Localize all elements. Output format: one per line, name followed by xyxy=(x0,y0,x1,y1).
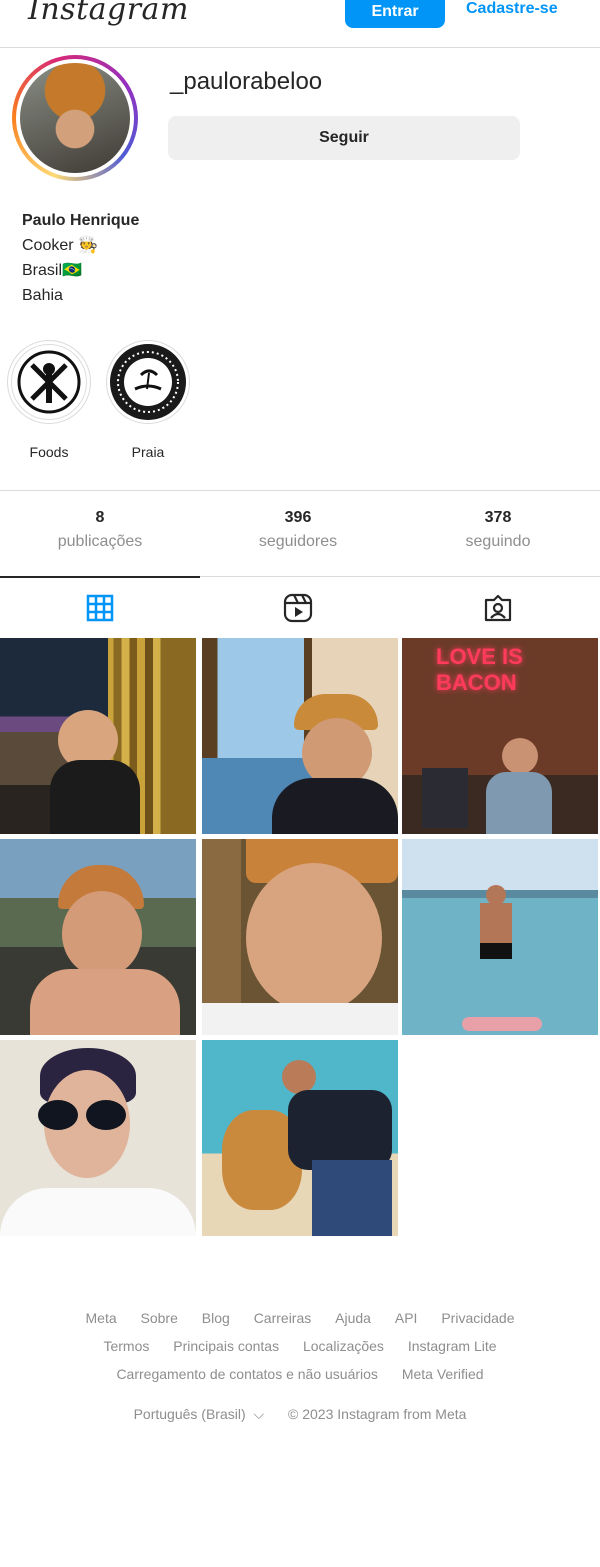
highlight-label: Foods xyxy=(29,444,69,460)
instagram-logo[interactable]: Instagram xyxy=(28,0,189,27)
profile-username: _paulorabeloo xyxy=(170,68,323,95)
footer-link-meta-verified[interactable]: Meta Verified xyxy=(402,1366,484,1382)
post-photo-sunglasses xyxy=(86,1100,126,1130)
footer-link-sobre[interactable]: Sobre xyxy=(141,1310,178,1326)
highlight-praia[interactable]: Praia xyxy=(105,340,191,460)
stat-label: seguindo xyxy=(465,533,531,550)
highlight-foods[interactable]: Foods xyxy=(6,340,92,460)
post-photo-shirt xyxy=(0,1188,196,1236)
stat-value: 396 xyxy=(284,509,312,526)
post-photo-subject xyxy=(62,891,142,977)
footer-links-row: Meta Sobre Blog Carreiras Ajuda API Priv… xyxy=(0,1310,600,1326)
highlight-ring xyxy=(106,340,190,424)
fork-knife-icon xyxy=(11,344,87,420)
post-tile[interactable]: LOVE IS BACON xyxy=(402,638,598,834)
bio-line: Bahia xyxy=(22,287,63,304)
post-photo-subject xyxy=(282,1060,316,1094)
profile-full-name: Paulo Henrique xyxy=(22,212,140,229)
post-photo-subject xyxy=(486,885,506,905)
post-tile[interactable] xyxy=(0,638,196,834)
signup-link[interactable]: Cadastre-se xyxy=(466,0,558,18)
profile-tabs xyxy=(0,576,600,638)
post-tile[interactable] xyxy=(0,1040,196,1236)
footer-link-api[interactable]: API xyxy=(395,1310,418,1326)
bio-line: Brasil🇧🇷 xyxy=(22,262,82,279)
post-tile[interactable] xyxy=(402,839,598,1035)
post-photo-subject xyxy=(486,772,552,834)
post-photo-subject xyxy=(30,969,180,1035)
post-tile[interactable] xyxy=(202,1040,398,1236)
stat-label: seguidores xyxy=(258,533,338,550)
post-photo-subject xyxy=(50,760,140,834)
post-tile[interactable] xyxy=(202,638,398,834)
highlight-ring xyxy=(7,340,91,424)
language-label: Português (Brasil) xyxy=(133,1406,246,1422)
stat-following[interactable]: 378 seguindo xyxy=(398,509,598,551)
footer-link-meta[interactable]: Meta xyxy=(86,1310,117,1326)
profile-avatar[interactable] xyxy=(12,55,138,181)
avatar-border xyxy=(16,59,134,177)
post-photo-board xyxy=(462,1017,542,1031)
post-photo-chair xyxy=(422,768,468,828)
language-selector[interactable]: Português (Brasil) ⌵ xyxy=(134,1406,265,1422)
post-photo-shirt xyxy=(202,1003,398,1035)
reels-icon xyxy=(283,593,313,623)
post-photo-sunglasses xyxy=(38,1100,78,1130)
footer-link-localizacoes[interactable]: Localizações xyxy=(303,1338,384,1354)
footer-link-ajuda[interactable]: Ajuda xyxy=(335,1310,371,1326)
footer-link-carreiras[interactable]: Carreiras xyxy=(254,1310,312,1326)
footer-link-blog[interactable]: Blog xyxy=(202,1310,230,1326)
chevron-down-icon: ⌵ xyxy=(253,1406,265,1422)
post-tile[interactable] xyxy=(0,839,196,1035)
login-button[interactable]: Entrar xyxy=(345,0,445,28)
grid-icon xyxy=(86,594,114,622)
copyright-text: © 2023 Instagram from Meta xyxy=(288,1406,467,1422)
footer-link-instagram-lite[interactable]: Instagram Lite xyxy=(408,1338,497,1354)
tab-tagged[interactable] xyxy=(398,591,598,625)
post-photo-subject xyxy=(288,1090,392,1170)
footer-links-row: Termos Principais contas Localizações In… xyxy=(0,1338,600,1354)
profile-stats: 8 publicações 396 seguidores 378 seguind… xyxy=(0,490,600,576)
footer-link-termos[interactable]: Termos xyxy=(103,1338,149,1354)
footer-bottom-row: Português (Brasil) ⌵ © 2023 Instagram fr… xyxy=(0,1406,600,1423)
post-photo-subject xyxy=(272,778,398,834)
footer-link-principais-contas[interactable]: Principais contas xyxy=(173,1338,279,1354)
stat-label: publicações xyxy=(57,533,143,550)
post-photo-subject xyxy=(502,738,538,774)
follow-button[interactable]: Seguir xyxy=(168,116,520,160)
active-tab-indicator xyxy=(0,576,200,578)
tab-posts[interactable] xyxy=(0,591,200,625)
post-photo-swimwear xyxy=(480,943,512,959)
top-bar: Instagram Entrar Cadastre-se xyxy=(0,0,600,48)
stat-posts[interactable]: 8 publicações xyxy=(0,509,200,551)
post-tile[interactable] xyxy=(202,839,398,1035)
avatar-photo xyxy=(20,63,130,173)
post-photo-subject xyxy=(246,863,382,1013)
stat-followers[interactable]: 396 seguidores xyxy=(198,509,398,551)
bio-line: Cooker 🧑‍🍳 xyxy=(22,237,98,254)
neon-sign-text: LOVE IS BACON xyxy=(436,644,523,695)
tab-reels[interactable] xyxy=(198,591,398,625)
footer-link-contact-upload[interactable]: Carregamento de contatos e não usuários xyxy=(116,1366,378,1382)
profile-bio: Paulo Henrique Cooker 🧑‍🍳 Brasil🇧🇷 Bahia xyxy=(22,208,139,308)
beach-icon xyxy=(110,344,186,420)
footer-link-privacidade[interactable]: Privacidade xyxy=(441,1310,514,1326)
post-photo-jeans xyxy=(312,1160,392,1236)
stat-value: 378 xyxy=(484,509,512,526)
tagged-icon xyxy=(484,594,512,622)
footer-links-row: Carregamento de contatos e não usuários … xyxy=(0,1366,600,1382)
stat-value: 8 xyxy=(95,509,105,526)
highlight-label: Praia xyxy=(131,444,165,460)
footer: Meta Sobre Blog Carreiras Ajuda API Priv… xyxy=(0,1310,600,1435)
